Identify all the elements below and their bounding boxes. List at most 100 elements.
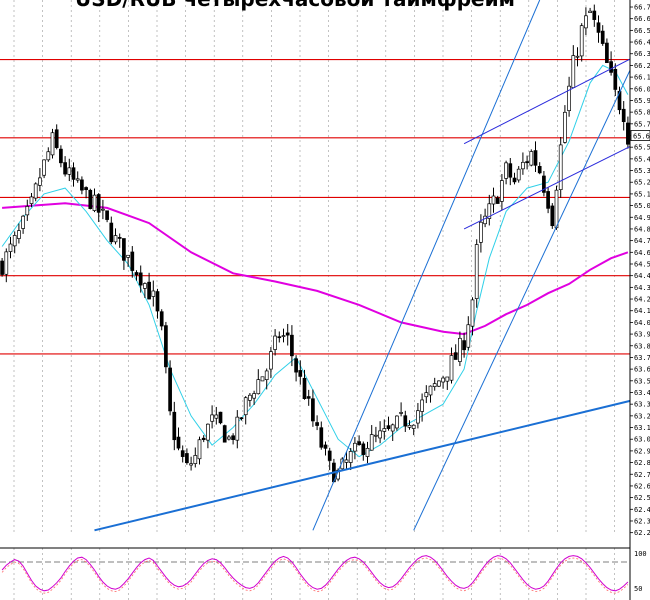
candle-body xyxy=(365,447,370,457)
price-tick-label: 66.7 xyxy=(634,4,650,12)
candle-body xyxy=(0,260,4,275)
candle-body xyxy=(54,129,59,148)
candle-body xyxy=(17,230,21,239)
candle-body xyxy=(101,208,105,211)
candle-body xyxy=(281,335,286,337)
candle-body xyxy=(575,55,580,58)
candle-body xyxy=(151,290,156,297)
candle-body xyxy=(235,416,240,441)
candle-body xyxy=(122,238,126,261)
candle-body xyxy=(147,281,151,300)
candle-body xyxy=(252,393,256,399)
price-tick-label: 64.6 xyxy=(634,249,650,257)
candle-body xyxy=(449,355,454,381)
candle-body xyxy=(38,177,42,186)
price-tick-label: 65.9 xyxy=(634,97,650,105)
candle-body xyxy=(214,414,219,419)
candle-body xyxy=(80,179,84,191)
candle-body xyxy=(609,61,613,73)
candle-body xyxy=(46,151,51,161)
candle-body xyxy=(143,283,147,289)
candle-body xyxy=(33,183,38,199)
price-tick-label: 65.0 xyxy=(634,202,650,210)
candle-body xyxy=(113,235,118,243)
candle-body xyxy=(63,162,67,175)
price-tick-label: 64.3 xyxy=(634,284,650,292)
oscillator-tick-label: 50 xyxy=(634,585,642,593)
candle-body xyxy=(626,122,630,145)
candle-body xyxy=(353,442,357,452)
candle-body xyxy=(319,427,324,448)
candle-body xyxy=(248,394,252,401)
candle-body xyxy=(411,424,416,429)
candle-body xyxy=(50,132,55,156)
price-tick-label: 63.9 xyxy=(634,331,650,339)
candle-body xyxy=(390,424,395,432)
candle-body xyxy=(25,206,30,216)
candle-body xyxy=(453,352,458,360)
candle-body xyxy=(117,237,122,239)
candle-body xyxy=(210,414,214,422)
candle-body xyxy=(374,434,378,437)
candle-body xyxy=(218,411,223,424)
price-tick-label: 62.5 xyxy=(634,494,650,502)
price-tick-label: 66.3 xyxy=(634,50,650,58)
candle-body xyxy=(96,194,101,213)
price-tick-label: 63.8 xyxy=(634,342,650,350)
price-tick-label: 64.8 xyxy=(634,225,650,233)
price-tick-label: 65.2 xyxy=(634,179,650,187)
price-tick-label: 66.2 xyxy=(634,62,650,70)
candle-body xyxy=(348,451,353,463)
candle-body xyxy=(592,10,597,20)
candle-body xyxy=(529,151,534,166)
candle-body xyxy=(441,377,445,383)
candle-body xyxy=(206,423,210,441)
candle-body xyxy=(407,424,412,428)
price-tick-label: 63.1 xyxy=(634,424,650,432)
candle-body xyxy=(445,376,450,382)
price-tick-label: 66.4 xyxy=(634,39,650,47)
candle-body xyxy=(285,332,290,336)
candle-body xyxy=(521,161,525,170)
candle-body xyxy=(159,311,164,327)
candle-body xyxy=(294,358,298,373)
candle-body xyxy=(546,191,550,209)
candle-body xyxy=(222,425,227,443)
price-tick-label: 62.7 xyxy=(634,471,650,479)
candle-body xyxy=(428,385,433,396)
price-tick-label: 62.6 xyxy=(634,482,650,490)
candle-body xyxy=(579,25,584,57)
price-tick-label: 64.0 xyxy=(634,319,650,327)
price-tick-label: 65.4 xyxy=(634,155,650,163)
candle-body xyxy=(67,167,72,175)
price-tick-label: 64.7 xyxy=(634,237,650,245)
price-tick-label: 65.8 xyxy=(634,109,650,117)
candle-body xyxy=(344,459,349,463)
candle-body xyxy=(378,430,382,439)
candle-body xyxy=(558,144,563,190)
candle-body xyxy=(164,325,168,368)
candle-body xyxy=(470,299,475,327)
candle-body xyxy=(105,210,109,220)
price-tick-label: 66.1 xyxy=(634,74,650,82)
price-tick-label: 66.5 xyxy=(634,27,650,35)
candle-body xyxy=(500,180,504,202)
candle-body xyxy=(197,439,202,460)
price-tick-label: 64.9 xyxy=(634,214,650,222)
price-tick-label: 63.4 xyxy=(634,389,650,397)
candle-body xyxy=(437,380,441,387)
price-tick-label: 62.8 xyxy=(634,459,650,467)
candle-body xyxy=(134,272,139,276)
candle-body xyxy=(256,379,261,395)
candle-body xyxy=(621,108,626,123)
candle-body xyxy=(21,215,25,229)
candle-body xyxy=(588,10,592,13)
candle-body xyxy=(571,55,576,88)
candle-body xyxy=(42,159,46,176)
candle-body xyxy=(4,251,9,275)
candle-body xyxy=(466,324,471,348)
candle-body xyxy=(327,450,332,461)
candle-body xyxy=(613,68,618,90)
candle-body xyxy=(512,177,517,183)
candle-body xyxy=(495,197,500,204)
